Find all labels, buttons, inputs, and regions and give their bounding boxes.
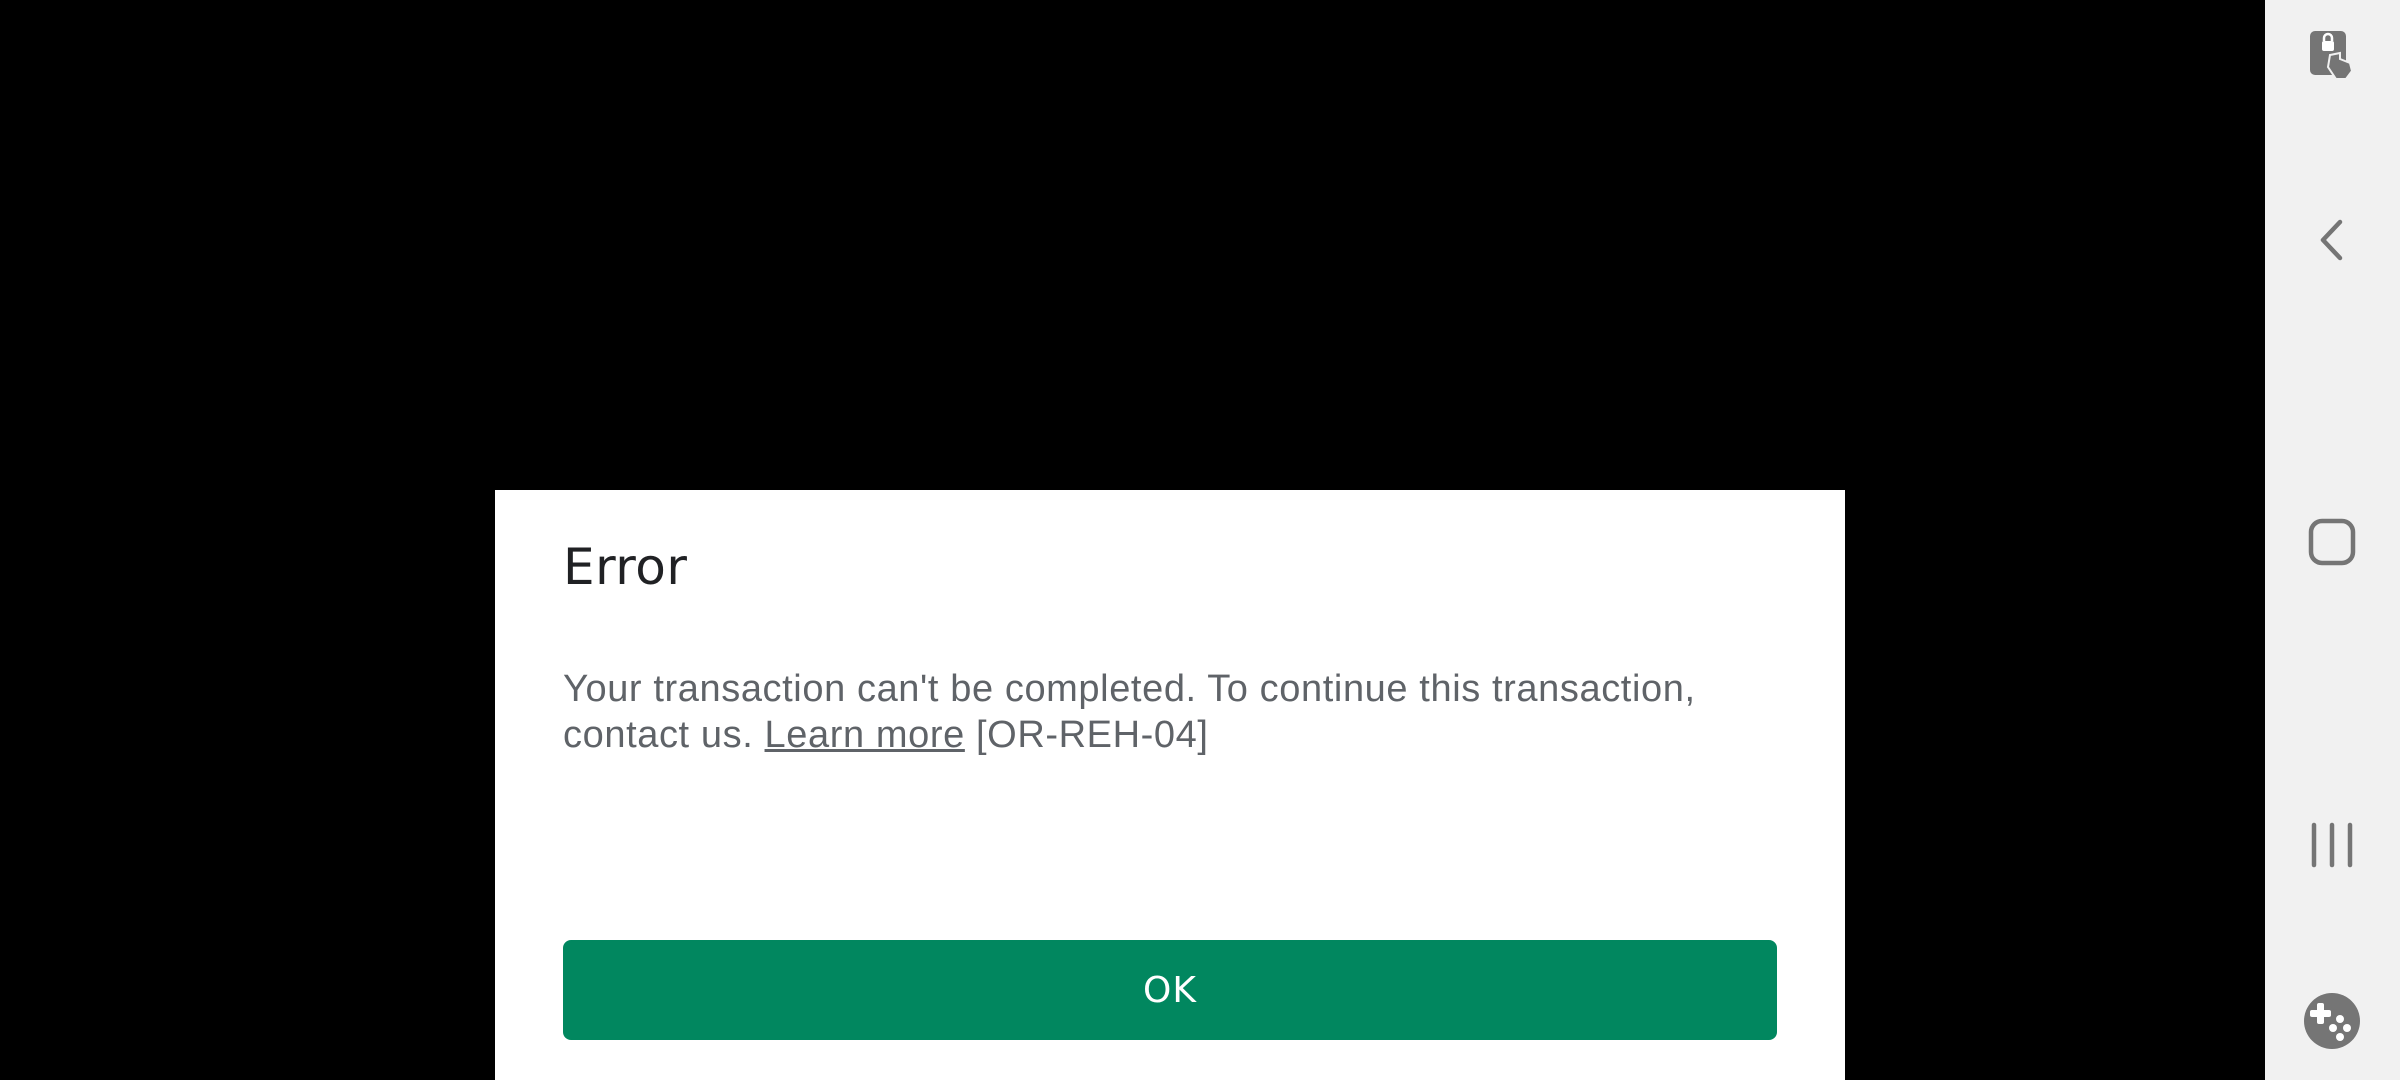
dialog-title: Error — [563, 538, 688, 596]
home-icon — [2308, 518, 2356, 566]
recents-button[interactable] — [2287, 800, 2377, 890]
game-tools-button[interactable] — [2287, 976, 2377, 1066]
dialog-message: Your transaction can't be completed. To … — [563, 666, 1783, 758]
screen-pin-icon — [2310, 31, 2354, 80]
ok-button[interactable]: OK — [563, 940, 1777, 1040]
error-code: [OR-REH-04] — [964, 714, 1209, 756]
app-background: Error Your transaction can't be complete… — [0, 0, 2265, 1080]
back-icon — [2320, 219, 2343, 261]
back-button[interactable] — [2287, 195, 2377, 285]
game-tools-icon — [2304, 993, 2360, 1049]
error-dialog: Error Your transaction can't be complete… — [495, 490, 1845, 1080]
recents-icon — [2311, 822, 2353, 868]
navigation-bar — [2265, 0, 2400, 1080]
screen-pin-button[interactable] — [2287, 10, 2377, 100]
screen: Error Your transaction can't be complete… — [0, 0, 2400, 1080]
home-button[interactable] — [2287, 497, 2377, 587]
learn-more-link[interactable]: Learn more — [765, 714, 965, 756]
